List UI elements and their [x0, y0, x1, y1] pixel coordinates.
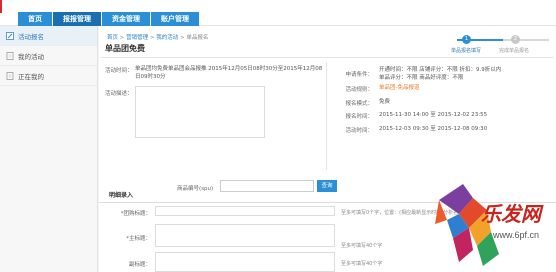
product-id-input[interactable]	[220, 180, 314, 192]
sidebar-item-my-activity[interactable]: 我的活动	[0, 46, 97, 66]
sidebar-item-label: 我的活动	[18, 52, 44, 61]
corner-accent	[0, 0, 2, 13]
step-1-label: 单品报名填写	[451, 48, 482, 54]
apply-condition-value: 开通时间：不限 店铺评分：不限 折扣：9.9折以内 单品评分：不限 商品好评度：…	[379, 67, 502, 81]
watermark-logo: 乐发网 www.6pf.cn	[433, 180, 556, 272]
watermark-brand-text: 乐发网	[481, 202, 541, 226]
product-id-label: 商品编号(spu)	[177, 186, 214, 192]
subtitle-hint: 至多可填写40个字	[341, 261, 383, 267]
subtitle-label: 副标题：	[128, 262, 151, 268]
group-title-input[interactable]	[155, 206, 335, 216]
breadcrumb-my-activity[interactable]: 我的活动	[156, 35, 178, 41]
signup-mode-label: 报名模式：	[345, 101, 373, 107]
main-nav: 首页 报报管理 资金管理 账户管理	[18, 12, 200, 26]
page-title: 单品团免费	[105, 44, 145, 53]
progress-steps: 1 2 单品报名填写 完成单品报名	[449, 34, 553, 58]
nav-fund-management[interactable]: 资金管理	[102, 12, 150, 26]
signup-time-value: 2015-11-30 14:00 至 2015-12-02 23:55	[379, 112, 488, 118]
nav-account-management[interactable]: 账户管理	[151, 12, 199, 26]
subtitle-input[interactable]	[155, 252, 335, 272]
top-navigation-bar: 首页 报报管理 资金管理 账户管理	[0, 0, 556, 26]
signup-time-label: 报名时间：	[345, 114, 373, 120]
breadcrumb-marketing[interactable]: 营销管理	[126, 35, 148, 41]
main-title-input[interactable]	[155, 224, 335, 247]
event-time-label: 活动时间：	[345, 128, 373, 134]
step-2-label: 完成单品报名	[499, 48, 530, 54]
breadcrumb-current: 单品报名	[186, 35, 209, 41]
activity-desc-label: 活动描述：	[105, 91, 133, 97]
group-title-label: *团购标题：	[120, 211, 151, 217]
document-icon	[6, 52, 14, 60]
apply-condition-label: 申请条件：	[345, 72, 373, 78]
header-divider	[101, 57, 554, 58]
search-button[interactable]: 查询	[317, 180, 337, 192]
watermark-url: www.6pf.cn	[493, 230, 540, 240]
document-icon	[6, 72, 14, 80]
sidebar-item-activity-signup[interactable]: 活动报名	[0, 26, 97, 46]
signup-mode-value: 免费	[379, 99, 391, 105]
step-2-marker: 2	[511, 35, 520, 44]
event-time-value: 2015-12-03 09:30 至 2015-12-08 09:30	[379, 126, 488, 132]
step-1-marker: 1	[462, 35, 471, 44]
activity-rule-label: 活动规则：	[345, 87, 373, 93]
breadcrumb-home[interactable]: 首页	[107, 35, 118, 41]
activity-time-label: 活动时间：	[105, 68, 133, 74]
sidebar-item-label: 活动报名	[18, 32, 44, 41]
sidebar-item-label: 正在我的	[18, 72, 44, 81]
detail-entry-title: 明细录入	[109, 192, 134, 199]
edit-icon	[6, 32, 14, 40]
sidebar: 活动报名 我的活动 正在我的	[0, 26, 98, 272]
nav-home[interactable]: 首页	[18, 12, 52, 26]
activity-rule-value[interactable]: 单品团-免品报道	[379, 84, 420, 92]
main-title-hint: 至多可填写40个字	[341, 243, 383, 249]
activity-description-box	[135, 86, 265, 138]
sidebar-item-in-progress[interactable]: 正在我的	[0, 66, 97, 86]
activity-time-value: 单品团均免费单品团会品报推 2015年12月05日08时30分至2015年12月…	[135, 66, 323, 80]
nav-report-management[interactable]: 报报管理	[53, 12, 101, 26]
step-line-pending	[503, 39, 549, 41]
column-divider	[326, 62, 327, 170]
main-title-label: *主标题：	[126, 236, 151, 242]
breadcrumb: 首页 > 营销管理 > 我的活动 > 单品报名	[107, 35, 209, 41]
